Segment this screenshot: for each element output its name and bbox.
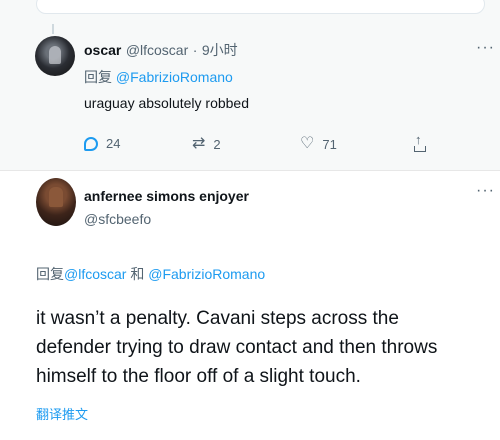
reply-and: 和	[130, 266, 145, 282]
tweet-text: it wasn’t a penalty. Cavani steps across…	[36, 308, 438, 387]
author-name[interactable]: oscar	[84, 42, 121, 58]
more-icon[interactable]: ···	[476, 39, 495, 57]
reply-icon	[84, 136, 98, 151]
more-icon[interactable]: ···	[476, 182, 495, 200]
avatar-figure	[49, 46, 61, 64]
avatar[interactable]	[35, 36, 75, 76]
thread-line	[52, 24, 54, 34]
tweet-actions: 24 ⇄ 2 ♡ 71	[84, 132, 444, 156]
reply-tweet-oscar[interactable]: oscar @lfcoscar · 9小时 ··· 回复 @FabrizioRo…	[0, 24, 500, 170]
like-button[interactable]: ♡ 71	[300, 136, 337, 152]
retweet-count: 2	[213, 136, 221, 152]
mention-link[interactable]: @FabrizioRomano	[116, 69, 233, 85]
replying-to: 回复@lfcoscar 和 @FabrizioRomano	[36, 264, 265, 284]
reply-prefix: 回复	[36, 266, 64, 282]
tweet-text: uraguay absolutely robbed	[84, 95, 250, 111]
avatar[interactable]	[36, 178, 76, 226]
timestamp[interactable]: 9小时	[202, 42, 238, 58]
like-count: 71	[322, 136, 337, 152]
share-button[interactable]	[412, 132, 428, 152]
divider	[0, 170, 500, 171]
tweet-header: anfernee simons enjoyer	[84, 188, 249, 206]
reply-button[interactable]: 24	[84, 136, 120, 151]
retweet-button[interactable]: ⇄ 2	[192, 136, 221, 152]
author-handle[interactable]: @lfcoscar	[126, 42, 188, 58]
embedded-card-edge	[36, 0, 485, 14]
author-name[interactable]: anfernee simons enjoyer	[84, 188, 249, 204]
separator: ·	[192, 42, 198, 58]
reply-count: 24	[106, 136, 121, 151]
mention-link[interactable]: @lfcoscar	[64, 266, 126, 282]
retweet-icon: ⇄	[192, 135, 206, 152]
tweet-header: oscar @lfcoscar · 9小时	[84, 40, 238, 60]
replying-to: 回复 @FabrizioRomano	[84, 67, 233, 87]
author-handle[interactable]: @sfcbeefo	[84, 211, 151, 227]
share-icon	[412, 132, 428, 152]
reply-prefix: 回复	[84, 69, 112, 85]
heart-icon: ♡	[300, 135, 315, 152]
avatar-figure	[49, 187, 63, 207]
previous-tweet-edge	[0, 0, 500, 24]
translate-link[interactable]: 翻译推文	[36, 404, 88, 423]
mention-link[interactable]: @FabrizioRomano	[148, 266, 265, 282]
